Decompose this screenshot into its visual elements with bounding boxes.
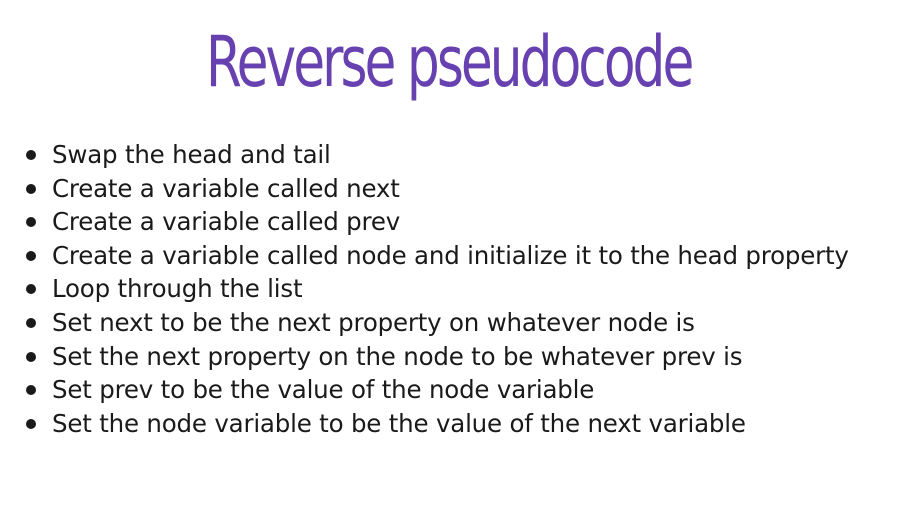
bullet-item: Create a variable called prev: [26, 205, 872, 239]
bullet-item: Loop through the list: [26, 272, 872, 306]
bullet-item: Swap the head and tail: [26, 138, 872, 172]
bullet-item: Create a variable called node and initia…: [26, 239, 872, 273]
bullet-item: Set next to be the next property on what…: [26, 306, 872, 340]
slide-title: Reverse pseudocode: [205, 21, 694, 103]
bullet-item: Set the next property on the node to be …: [26, 340, 872, 374]
slide: Reverse pseudocode Swap the head and tai…: [0, 0, 909, 505]
bullet-item: Create a variable called next: [26, 172, 872, 206]
bullet-item: Set prev to be the value of the node var…: [26, 373, 872, 407]
bullet-list: Swap the head and tail Create a variable…: [26, 138, 872, 441]
bullet-item: Set the node variable to be the value of…: [26, 407, 872, 441]
